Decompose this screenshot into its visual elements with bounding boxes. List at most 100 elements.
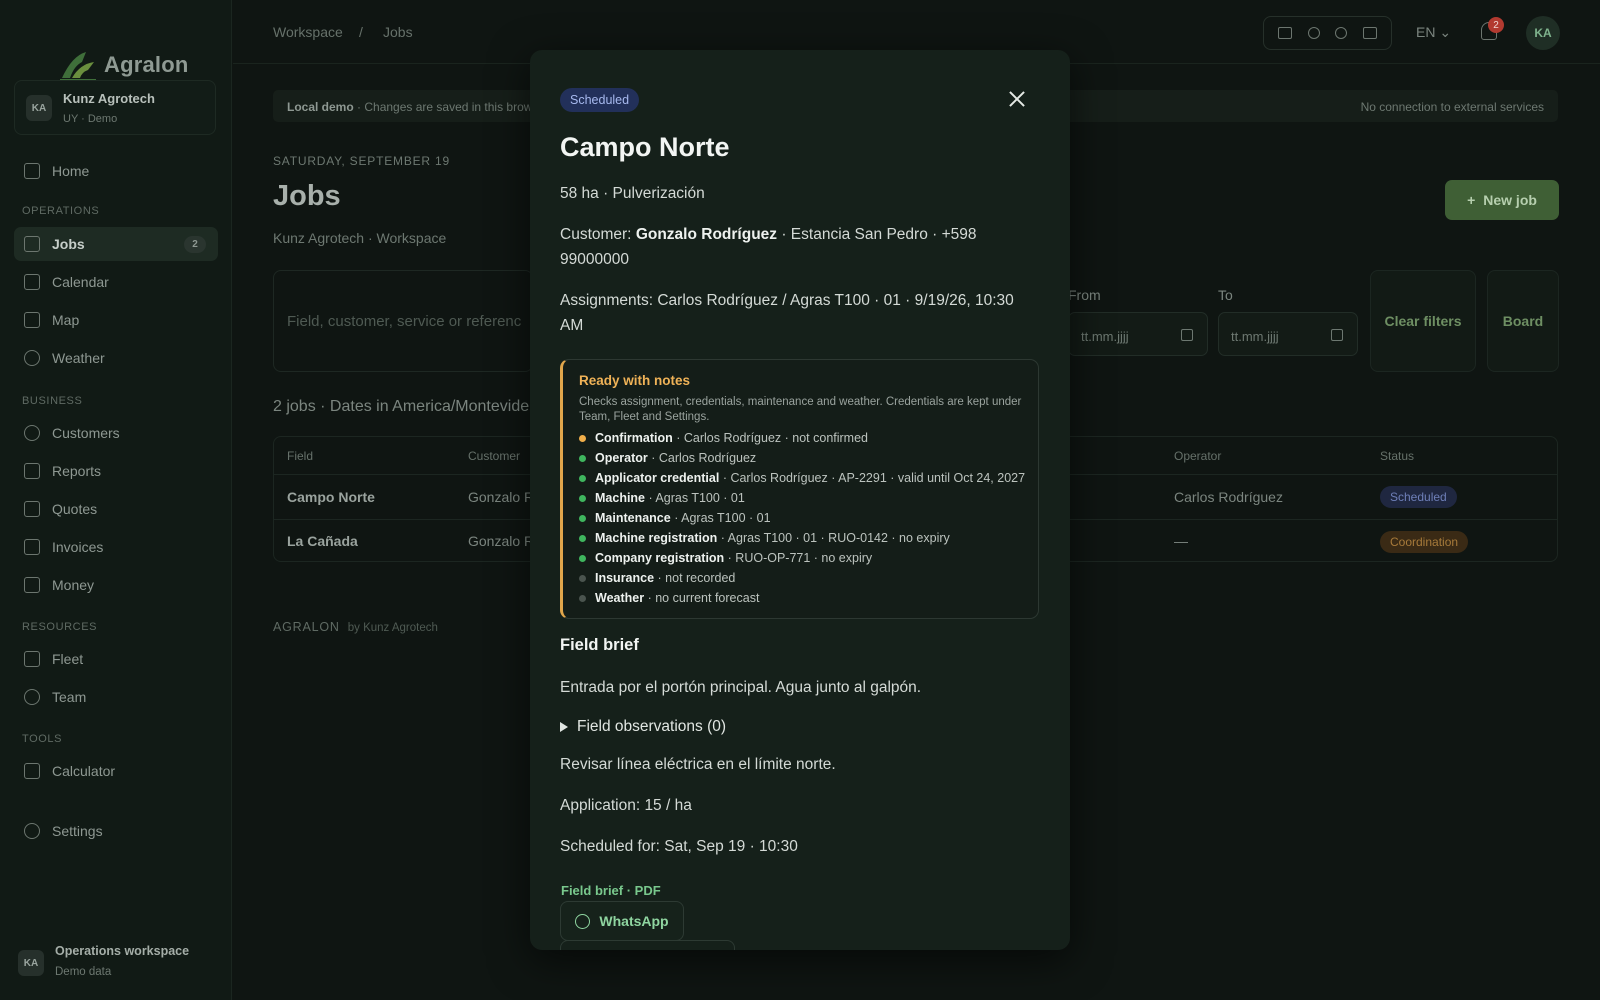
sidebar-item-quotes[interactable]: Quotes <box>14 492 218 526</box>
sidebar-item-label: Reports <box>52 463 102 479</box>
check-item-machine-registration: Machine registration · Agras T100 · 01 ·… <box>579 531 950 545</box>
secondary-action-button[interactable] <box>560 940 735 950</box>
field-note: Revisar línea eléctrica en el límite nor… <box>560 756 836 773</box>
from-date-placeholder: tt.mm.jjjj <box>1081 329 1129 344</box>
sidebar-item-map[interactable]: Map <box>14 303 218 337</box>
plus-icon: + <box>1467 192 1476 208</box>
job-summary: 58 ha · Pulverización <box>560 185 705 202</box>
calendar-icon <box>1331 329 1343 341</box>
cell-field: La Cañada <box>287 533 358 549</box>
assignments-info: Assignments: Carlos Rodríguez / Agras T1… <box>560 292 1014 334</box>
gear-icon <box>24 823 40 839</box>
column-header-field[interactable]: Field <box>287 449 313 463</box>
clear-filters-button[interactable]: Clear filters <box>1370 270 1476 372</box>
status-dot <box>579 594 586 602</box>
breadcrumb-workspace[interactable]: Workspace <box>273 24 343 40</box>
status-dot <box>579 434 586 442</box>
column-header-customer[interactable]: Customer <box>468 449 520 463</box>
sidebar-item-label: Fleet <box>52 651 84 667</box>
logo-text: Agralon <box>104 52 189 77</box>
sun-icon[interactable] <box>1307 27 1320 39</box>
sidebar-item-label: Customers <box>52 425 120 441</box>
sidebar-item-invoices[interactable]: Invoices <box>14 530 218 564</box>
sidebar-item-reports[interactable]: Reports <box>14 454 218 488</box>
org-subtitle: UY · Demo <box>63 113 118 125</box>
column-header-operator[interactable]: Operator <box>1174 449 1221 463</box>
check-item-company-registration: Company registration · RUO-OP-771 · no e… <box>579 551 872 565</box>
status-dot <box>579 474 586 482</box>
caret-right-icon <box>560 722 568 732</box>
new-job-button[interactable]: + New job <box>1445 180 1559 220</box>
sidebar-item-customers[interactable]: Customers <box>14 416 218 450</box>
chevron-down-icon: ⌄ <box>1439 24 1452 40</box>
board-view-button[interactable]: Board <box>1487 270 1559 372</box>
sidebar-item-home[interactable]: Home <box>14 154 218 188</box>
home-icon <box>24 163 40 179</box>
page-subtitle: Kunz Agrotech · Workspace <box>273 230 447 246</box>
sidebar-toggle-icon[interactable] <box>1363 27 1378 39</box>
readiness-title: Ready with notes <box>579 373 691 388</box>
readiness-description: Checks assignment, credentials, maintena… <box>579 396 1022 423</box>
from-date-input[interactable]: tt.mm.jjjj <box>1068 312 1208 356</box>
moon-icon[interactable] <box>1335 27 1348 39</box>
calendar-icon <box>24 274 40 290</box>
field-observations-label: Field observations (0) <box>577 718 727 735</box>
job-detail-dialog: Scheduled Campo Norte 58 ha · Pulverizac… <box>530 50 1070 950</box>
language-select[interactable]: EN ⌄ <box>1416 24 1451 41</box>
readiness-panel: Ready with notes Checks assignment, cred… <box>560 359 1039 619</box>
wallet-icon <box>24 577 40 593</box>
sidebar-item-jobs[interactable]: Jobs 2 <box>14 227 218 261</box>
status-dot <box>579 534 586 542</box>
nav-section-tools: TOOLS <box>22 733 63 745</box>
sidebar-item-money[interactable]: Money <box>14 568 218 602</box>
nav-section-business: BUSINESS <box>22 395 83 407</box>
sidebar-item-label: Map <box>52 312 80 328</box>
search-placeholder: Field, customer, service or referenc <box>287 313 522 330</box>
sun-cloud-icon <box>24 350 40 366</box>
org-name: Kunz Agrotech <box>63 91 155 106</box>
to-date-input[interactable]: tt.mm.jjjj <box>1218 312 1358 356</box>
to-label: To <box>1218 287 1233 303</box>
breadcrumb-jobs[interactable]: Jobs <box>383 24 413 40</box>
user-avatar[interactable]: KA <box>1526 16 1560 50</box>
sidebar-item-label: Settings <box>52 823 103 839</box>
org-switcher[interactable]: KA Kunz Agrotech UY · Demo <box>14 80 216 135</box>
calendar-icon <box>1181 329 1193 341</box>
search-input[interactable]: Field, customer, service or referenc <box>273 270 533 372</box>
sidebar-item-settings[interactable]: Settings <box>14 814 218 848</box>
briefcase-icon <box>24 236 40 252</box>
sidebar-item-calendar[interactable]: Calendar <box>14 265 218 299</box>
whatsapp-button[interactable]: WhatsApp <box>560 901 684 941</box>
display-mode-toggle <box>1263 16 1392 50</box>
monitor-icon[interactable] <box>1277 27 1292 39</box>
from-label: From <box>1068 287 1101 303</box>
breadcrumb-separator: / <box>359 24 363 40</box>
sidebar-item-weather[interactable]: Weather <box>14 341 218 375</box>
customer-info: Customer: Gonzalo Rodríguez · Estancia S… <box>560 226 977 268</box>
sidebar-item-label: Weather <box>52 350 105 366</box>
status-badge: Coordination <box>1380 531 1469 553</box>
app-logo[interactable]: Agralon <box>58 48 189 82</box>
language-value: EN <box>1416 24 1436 40</box>
nav-section-resources: RESOURCES <box>22 621 98 633</box>
close-icon[interactable] <box>1004 86 1030 112</box>
field-brief-pdf-link[interactable]: Field brief · PDF <box>561 883 661 898</box>
notification-badge: 2 <box>1488 17 1504 33</box>
check-item-insurance: Insurance · not recorded <box>579 571 735 585</box>
sidebar-item-calculator[interactable]: Calculator <box>14 754 218 788</box>
field-observations-toggle[interactable]: Field observations (0) <box>560 718 726 736</box>
column-header-status[interactable]: Status <box>1380 449 1414 463</box>
page-title: Jobs <box>273 180 341 212</box>
sidebar-item-team[interactable]: Team <box>14 680 218 714</box>
status-dot <box>579 574 586 582</box>
current-date: SATURDAY, SEPTEMBER 19 <box>273 154 450 168</box>
workspace-title: Operations workspace <box>55 944 190 958</box>
tractor-icon <box>24 651 40 667</box>
job-count: 2 jobs · Dates in America/Montevide <box>273 398 530 415</box>
workspace-avatar: KA <box>18 950 44 976</box>
map-icon <box>24 312 40 328</box>
sidebar-item-fleet[interactable]: Fleet <box>14 642 218 676</box>
to-date-placeholder: tt.mm.jjjj <box>1231 329 1279 344</box>
banner-connection-status: No connection to external services <box>1360 100 1544 114</box>
logo-icon <box>60 52 96 81</box>
